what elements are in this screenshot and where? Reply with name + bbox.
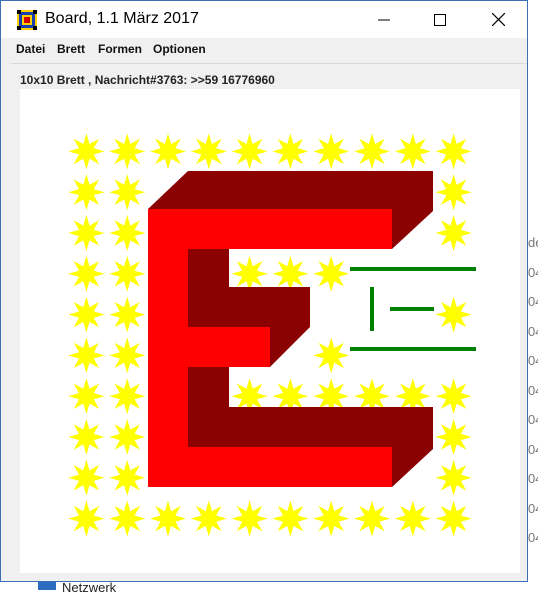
star-cell: [231, 255, 268, 292]
menu-optionen[interactable]: Optionen: [153, 42, 206, 56]
star-cell: [68, 500, 105, 537]
close-icon: [491, 13, 505, 26]
background-list: de 04 04 04 04 04 04 04 04 04 04: [528, 228, 538, 553]
star-cell: [313, 500, 350, 537]
background-list-item: 04: [528, 294, 538, 309]
star-cell: [435, 378, 472, 415]
status-message: 10x10 Brett , Nachricht#3763: >>59 16776…: [20, 73, 275, 87]
star-cell: [109, 215, 146, 251]
star-cell: [435, 174, 472, 211]
star-cell: [109, 296, 146, 333]
network-label: Netzwerk: [62, 580, 117, 595]
background-list-item: 04: [528, 471, 538, 486]
minimize-button[interactable]: [361, 1, 407, 38]
star-cell: [109, 500, 146, 537]
star-cell: [272, 133, 309, 170]
star-cell: [109, 255, 146, 292]
star-cell: [68, 378, 105, 415]
background-list-item: 04: [528, 530, 538, 545]
star-cell: [272, 255, 309, 292]
separator: [11, 63, 527, 64]
background-list-item: 04: [528, 323, 538, 339]
star-cell: [313, 255, 350, 292]
background-list-item: 04: [528, 353, 538, 368]
maximize-icon: [434, 13, 446, 26]
menu-brett[interactable]: Brett: [57, 42, 85, 56]
menu-bar: Datei Brett Formen Optionen: [1, 38, 527, 60]
background-list-item: 04: [528, 412, 538, 427]
star-cell: [150, 500, 186, 537]
star-cell: [68, 337, 105, 374]
board-window: Board, 1.1 März 2017 Datei Brett Formen …: [0, 0, 528, 582]
background-taskbar: Netzwerk: [0, 580, 538, 595]
maximize-button[interactable]: [417, 1, 463, 38]
star-cell: [272, 500, 309, 537]
star-cell: [313, 133, 350, 170]
window-title: Board, 1.1 März 2017: [45, 10, 199, 27]
star-cell: [435, 296, 472, 333]
menu-formen[interactable]: Formen: [98, 42, 142, 56]
star-cell: [109, 378, 146, 415]
star-cell: [109, 133, 146, 170]
star-cell: [150, 133, 186, 170]
star-cell: [68, 419, 105, 455]
background-list-item: 04: [528, 441, 538, 457]
star-cell: [435, 133, 472, 170]
title-bar[interactable]: Board, 1.1 März 2017: [1, 1, 527, 38]
background-list-item: 04: [528, 264, 538, 280]
star-cell: [68, 255, 105, 292]
star-cell: [231, 500, 268, 537]
star-cell: [68, 296, 105, 333]
background-list-item: 04: [528, 382, 538, 398]
background-list-item: de: [528, 235, 538, 250]
minimize-icon: [378, 19, 390, 20]
star-cell: [231, 133, 268, 170]
star-cell: [190, 500, 227, 537]
board-drawing[interactable]: [20, 89, 520, 573]
star-cell: [68, 174, 105, 211]
star-cell: [354, 133, 390, 170]
star-cell: [109, 459, 146, 496]
app-icon: [17, 10, 37, 30]
star-cell: [435, 459, 472, 496]
star-cell: [394, 500, 431, 537]
menu-datei[interactable]: Datei: [16, 42, 45, 56]
star-cell: [68, 459, 105, 496]
network-icon: [38, 582, 56, 590]
star-cell: [435, 419, 472, 455]
close-button[interactable]: [475, 1, 521, 38]
star-cell: [109, 419, 146, 455]
star-cell: [109, 174, 146, 211]
star-cell: [68, 133, 105, 170]
star-cell: [435, 500, 472, 537]
board-canvas[interactable]: [20, 89, 520, 573]
star-cell: [68, 215, 105, 251]
star-cell: [394, 133, 431, 170]
star-cell: [354, 500, 390, 537]
star-cell: [190, 133, 227, 170]
star-cell: [435, 215, 472, 251]
star-cell: [313, 337, 350, 374]
background-list-item: 04: [528, 500, 538, 516]
star-cell: [109, 337, 146, 374]
